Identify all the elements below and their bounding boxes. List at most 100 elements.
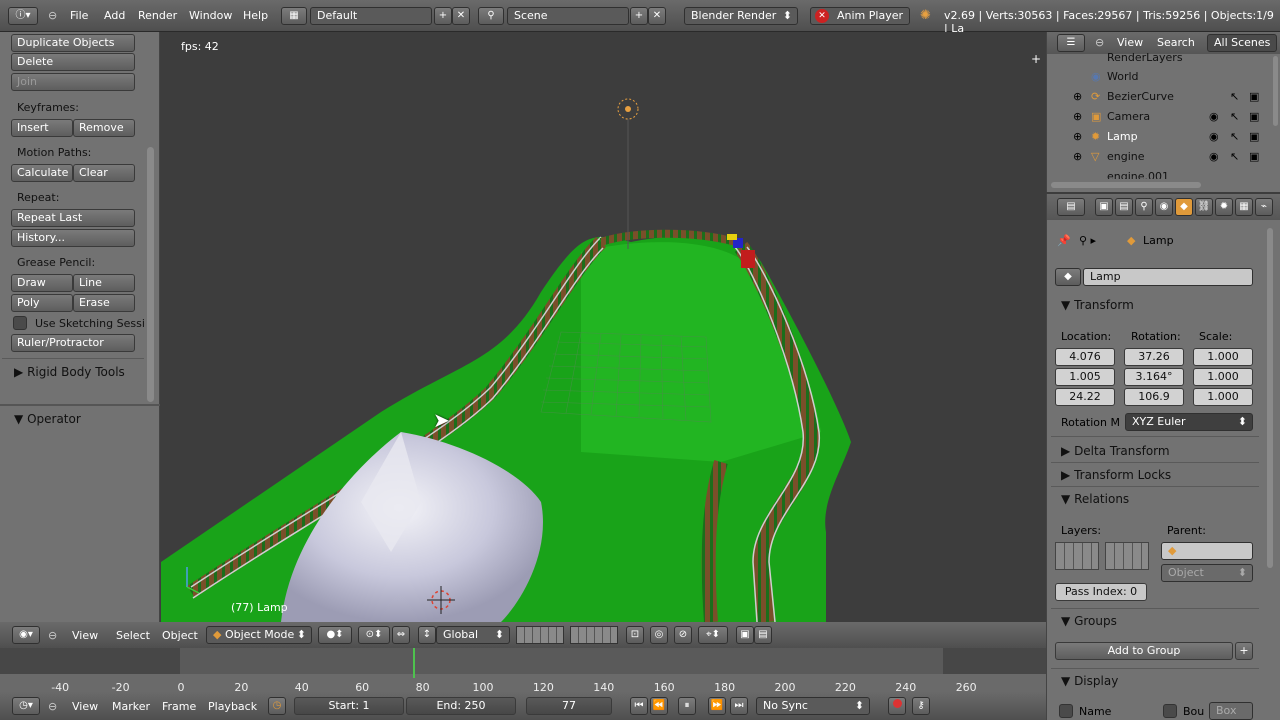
add-screen-icon[interactable]: + [434, 7, 452, 25]
menu-file[interactable]: File [70, 9, 88, 22]
properties-scrollbar[interactable] [1267, 228, 1273, 568]
select-arrow-icon[interactable]: ↖ [1230, 110, 1239, 123]
timeline-view-menu[interactable]: View [72, 700, 98, 713]
render-camera-icon[interactable]: ▣ [1249, 130, 1259, 143]
physics-tab-icon[interactable]: ⌁ [1255, 198, 1273, 216]
transform-panel-toggle[interactable]: ▼ Transform [1061, 298, 1134, 312]
delta-transform-toggle[interactable]: ▶ Delta Transform [1061, 444, 1170, 458]
outliner-item-lamp[interactable]: Lamp [1107, 127, 1138, 147]
menu-add[interactable]: Add [104, 9, 125, 22]
rotation-mode-dropdown[interactable]: XYZ Euler ⬍ [1125, 413, 1253, 431]
ruler-protractor-button[interactable]: Ruler/Protractor [11, 334, 135, 352]
history-button[interactable]: History... [11, 229, 135, 247]
delete-button[interactable]: Delete [11, 53, 135, 71]
location-y-field[interactable]: 1.005 [1055, 368, 1115, 386]
outliner-item-engine[interactable]: engine [1107, 147, 1145, 167]
view-menu[interactable]: View [72, 629, 98, 642]
select-arrow-icon[interactable]: ↖ [1230, 90, 1239, 103]
scene-icon[interactable]: ⚲ [478, 7, 504, 25]
start-frame-field[interactable]: Start: 1 [294, 697, 404, 715]
collapse-icon[interactable]: ⊖ [1095, 36, 1104, 49]
line-button[interactable]: Line [73, 274, 135, 292]
collapse-icon[interactable]: ⊖ [48, 700, 57, 713]
operator-panel-toggle[interactable]: ▼ Operator [14, 412, 81, 426]
render-camera-icon[interactable]: ▣ [1249, 90, 1259, 103]
draw-button[interactable]: Draw [11, 274, 73, 292]
relations-toggle[interactable]: ▼ Relations [1061, 492, 1129, 506]
object-menu[interactable]: Object [162, 629, 198, 642]
render-engine-dropdown[interactable]: Blender Render ⬍ [684, 7, 798, 25]
jump-end-icon[interactable]: ⏭ [730, 697, 748, 715]
location-z-field[interactable]: 24.22 [1055, 388, 1115, 406]
expand-icon[interactable]: ⊕ [1073, 90, 1082, 103]
scene-field[interactable]: Scene [507, 7, 629, 25]
opengl-render-icon[interactable]: ▣ [736, 626, 754, 644]
scale-x-field[interactable]: 1.000 [1193, 348, 1253, 366]
outliner-item-world[interactable]: World [1107, 67, 1139, 87]
object-tab-icon[interactable]: ◆ [1175, 198, 1193, 216]
rotation-y-field[interactable]: 3.164° [1124, 368, 1184, 386]
layers-grid-left[interactable] [1055, 542, 1099, 570]
pause-icon[interactable]: ⏸ [678, 697, 696, 715]
timeline-editor-icon[interactable]: ◷▾ [12, 697, 40, 715]
view-layers-grid-right[interactable] [570, 626, 618, 644]
display-toggle[interactable]: ▼ Display [1061, 674, 1118, 688]
end-frame-field[interactable]: End: 250 [406, 697, 516, 715]
rigid-body-panel-toggle[interactable]: ▶ Rigid Body Tools [14, 365, 125, 379]
snap-toggle-icon[interactable]: ⊘ [674, 626, 692, 644]
menu-help[interactable]: Help [243, 9, 268, 22]
eye-icon[interactable]: ◉ [1209, 150, 1219, 163]
duplicate-objects-button[interactable]: Duplicate Objects [11, 34, 135, 52]
rotation-x-field[interactable]: 37.26 [1124, 348, 1184, 366]
calculate-button[interactable]: Calculate [11, 164, 73, 182]
plus-icon[interactable]: + [1031, 52, 1041, 66]
record-icon[interactable] [888, 697, 906, 715]
expand-icon[interactable]: ⊕ [1073, 130, 1082, 143]
bounds-type-dropdown[interactable]: Box [1209, 702, 1253, 720]
3d-view-editor-icon[interactable]: ◉▾ [12, 626, 40, 644]
erase-button[interactable]: Erase [73, 294, 135, 312]
eye-icon[interactable]: ◉ [1209, 110, 1219, 123]
menu-window[interactable]: Window [189, 9, 232, 22]
outliner-filter-dropdown[interactable]: All Scenes [1207, 34, 1277, 52]
parent-type-dropdown[interactable]: Object ⬍ [1161, 564, 1253, 582]
poly-button[interactable]: Poly [11, 294, 73, 312]
frame-menu[interactable]: Frame [162, 700, 196, 713]
menu-render[interactable]: Render [138, 9, 177, 22]
screen-layout-field[interactable]: Default [310, 7, 432, 25]
current-frame-field[interactable]: 77 [526, 697, 612, 715]
name-checkbox[interactable] [1059, 704, 1073, 718]
translate-icon[interactable]: ↕ [418, 626, 436, 644]
sync-dropdown[interactable]: No Sync ⬍ [756, 697, 870, 715]
eye-icon[interactable]: ◉ [1209, 130, 1219, 143]
keying-set-icon[interactable]: ⚷ [912, 697, 930, 715]
preview-range-icon[interactable]: ◷ [268, 697, 286, 715]
clear-button[interactable]: Clear [73, 164, 135, 182]
current-frame-line[interactable] [413, 648, 415, 678]
pivot-dropdown[interactable]: ⊙⬍ [358, 626, 390, 644]
lock-layers-icon[interactable]: ⊡ [626, 626, 644, 644]
render-camera-icon[interactable]: ▣ [1249, 150, 1259, 163]
collapse-menu-icon[interactable]: ⊖ [48, 9, 57, 22]
anim-player-button[interactable]: ✕ Anim Player [810, 7, 910, 25]
select-arrow-icon[interactable]: ↖ [1230, 130, 1239, 143]
playback-menu[interactable]: Playback [208, 700, 257, 713]
jump-start-icon[interactable]: ⏮ [630, 697, 648, 715]
world-tab-icon[interactable]: ◉ [1155, 198, 1173, 216]
parent-field[interactable]: ◆ [1161, 542, 1253, 560]
pin-icon[interactable]: 📌 [1057, 234, 1071, 247]
groups-toggle[interactable]: ▼ Groups [1061, 614, 1117, 628]
marker-menu[interactable]: Marker [112, 700, 150, 713]
outliner-item-engine-001[interactable]: engine.001 [1107, 167, 1169, 179]
next-keyframe-icon[interactable]: ⏩ [708, 697, 726, 715]
scale-y-field[interactable]: 1.000 [1193, 368, 1253, 386]
add-group-plus-icon[interactable]: + [1235, 642, 1253, 660]
render-tab-icon[interactable]: ▣ [1095, 198, 1113, 216]
prev-keyframe-icon[interactable]: ⏪ [650, 697, 668, 715]
timeline-area[interactable]: -40 -20 0 20 40 60 80 100 120 140 160 180 200 220 240 2… [0, 648, 1046, 692]
bounds-checkbox[interactable] [1163, 704, 1177, 718]
insert-keyframe-button[interactable]: Insert [11, 119, 73, 137]
collapse-icon[interactable]: ⊖ [48, 629, 57, 642]
outliner-v-scrollbar[interactable] [1273, 56, 1278, 126]
scene-tab-icon[interactable]: ⚲ [1135, 198, 1153, 216]
